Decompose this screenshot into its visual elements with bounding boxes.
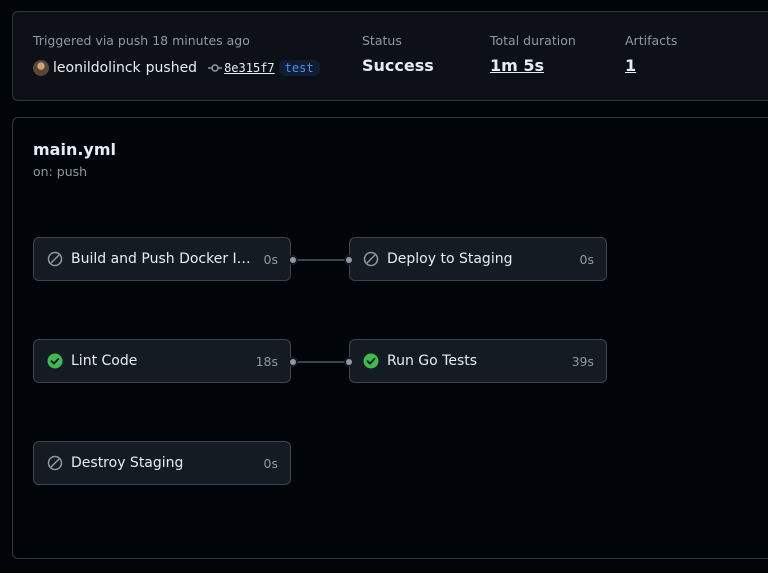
job-name: Build and Push Docker Ima...	[71, 251, 261, 267]
avatar[interactable]	[33, 60, 49, 76]
status-value: Success	[362, 56, 434, 75]
job-name: Lint Code	[71, 353, 138, 369]
job-name: Run Go Tests	[387, 353, 478, 369]
job-destroy-staging[interactable]: Destroy Staging 0s	[33, 441, 291, 485]
job-input-dot	[344, 255, 354, 265]
skipped-icon	[47, 455, 63, 471]
duration-stat: Total duration 1m 5s	[490, 33, 576, 75]
workflow-trigger: on: push	[33, 164, 88, 179]
job-duration: 18s	[255, 353, 278, 369]
skipped-icon	[363, 251, 379, 267]
artifacts-link[interactable]: 1	[625, 56, 677, 75]
job-duration: 0s	[263, 251, 278, 267]
skipped-icon	[47, 251, 63, 267]
actor-link[interactable]: leonildolinck	[53, 60, 141, 76]
workflow-graph-panel: main.yml on: push Build and Push Docker …	[12, 117, 768, 559]
job-build-and-push-docker-image[interactable]: Build and Push Docker Ima... 0s	[33, 237, 291, 281]
job-run-go-tests[interactable]: Run Go Tests 39s	[349, 339, 607, 383]
job-lint-code[interactable]: Lint Code 18s	[33, 339, 291, 383]
branch-badge[interactable]: test	[278, 60, 320, 76]
job-duration: 0s	[579, 251, 594, 267]
job-duration: 39s	[571, 353, 594, 369]
workflow-name: main.yml	[33, 140, 117, 159]
job-input-dot	[344, 357, 354, 367]
git-commit-icon	[208, 64, 223, 72]
action-text: pushed	[145, 60, 198, 76]
artifacts-label: Artifacts	[625, 33, 678, 48]
duration-label: Total duration	[490, 33, 576, 48]
job-output-dot	[288, 357, 298, 367]
run-summary-panel: Triggered via push 18 minutes ago leonil…	[12, 11, 768, 101]
job-output-dot	[288, 255, 298, 265]
job-connector	[293, 361, 349, 363]
artifacts-stat: Artifacts 1	[625, 33, 677, 75]
status-label: Status	[362, 33, 402, 48]
duration-link[interactable]: 1m 5s	[490, 56, 576, 75]
job-name: Destroy Staging	[71, 455, 184, 471]
commit-sha-link[interactable]: 8e315f7	[224, 61, 275, 75]
check-circle-icon	[363, 353, 379, 369]
check-circle-icon	[47, 353, 63, 369]
actor-row: leonildolinck pushed 8e315f7 test	[33, 58, 320, 78]
job-deploy-to-staging[interactable]: Deploy to Staging 0s	[349, 237, 607, 281]
job-name: Deploy to Staging	[387, 251, 513, 267]
job-duration: 0s	[263, 455, 278, 471]
job-connector	[293, 259, 349, 261]
trigger-info: Triggered via push 18 minutes ago	[33, 33, 250, 48]
status-stat: Status Success	[362, 33, 434, 75]
